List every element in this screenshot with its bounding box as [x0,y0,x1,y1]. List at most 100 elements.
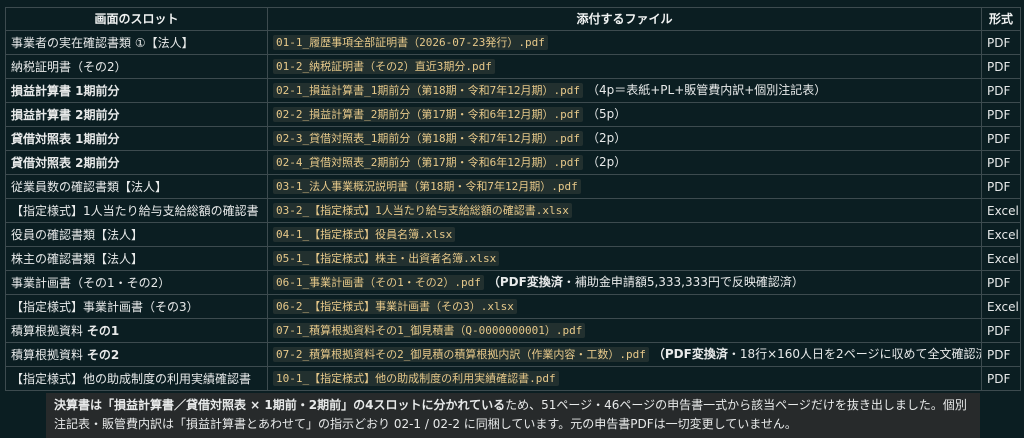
table-row: 積算根拠資料 その1 07-1_積算根拠資料その1_御見積書（Q-00000000… [5,318,1021,343]
format-cell: PDF [981,54,1021,79]
file-name: 04-1_【指定様式】役員名簿.xlsx [273,227,456,242]
table-row: 貸借対照表 2期前分 02-4_貸借対照表_2期前分（第17期・令和6年12月期）… [5,150,1021,175]
slot-cell: 【指定様式】他の助成制度の利用実績確認書 [5,366,268,391]
file-name: 06-1_事業計画書（その1・その2）.pdf [273,275,484,290]
format-cell: PDF [981,270,1021,295]
format-cell: PDF [981,30,1021,55]
format-cell: PDF [981,318,1021,343]
file-name: 07-2_積算根拠資料その2_御見積の積算根拠内訳（作業内容・工数）.pdf [273,347,649,362]
slot-cell: 事業計画書（その1・その2） [5,270,268,295]
file-cell: 02-3_貸借対照表_1期前分（第18期・令和7年12月期）.pdf （2p） [267,126,982,151]
slot-cell: 損益計算書 1期前分 [5,78,268,103]
file-note-text: ・18行×160人日を2ページに収めて全文確認済） [727,347,982,361]
slot-cell: 株主の確認書類【法人】 [5,246,268,271]
format-cell: Excel [981,222,1021,247]
file-cell: 01-2_納税証明書（その2）直近3期分.pdf [267,54,982,79]
slot-cell: 積算根拠資料 その2 [5,342,268,367]
slot-label: 納税証明書（その2） [11,59,127,74]
summary-bold: 決算書は「損益計算書／貸借対照表 × 1期前・2期前」の4スロットに分かれている [54,398,506,412]
file-cell: 06-1_事業計画書（その1・その2）.pdf （PDF変換済・補助金申請額5,3… [267,270,982,295]
slot-label: 積算根拠資料 [11,347,87,362]
summary-note: 決算書は「損益計算書／貸借対照表 × 1期前・2期前」の4スロットに分かれている… [46,393,980,438]
slot-cell: 役員の確認書類【法人】 [5,222,268,247]
table-row: 株主の確認書類【法人】 05-1_【指定様式】株主・出資者名簿.xlsx Excel [5,246,1021,271]
slot-cell: 事業者の実在確認書類 ①【法人】 [5,30,268,55]
format-cell: PDF [981,126,1021,151]
file-cell: 06-2_【指定様式】事業計画書（その3）.xlsx [267,294,982,319]
table-row: 【指定様式】1人当たり給与支給総額の確認書 03-2_【指定様式】1人当たり給与支… [5,198,1021,223]
table-header-row: 画面のスロット 添付するファイル 形式 [5,7,1021,31]
slot-cell: 貸借対照表 1期前分 [5,126,268,151]
slot-label: 【指定様式】1人当たり給与支給総額の確認書 [11,203,259,218]
file-name: 03-1_法人事業概況説明書（第18期・令和7年12月期）.pdf [273,179,581,194]
slot-cell: 【指定様式】事業計画書（その3） [5,294,268,319]
file-name: 03-2_【指定様式】1人当たり給与支給総額の確認書.xlsx [273,203,572,218]
slot-label-bold: 損益計算書 2期前分 [11,107,120,122]
file-note: （2p） [587,131,626,145]
format-cell: PDF [981,342,1021,367]
slot-cell: 納税証明書（その2） [5,54,268,79]
slot-label-bold: 損益計算書 1期前分 [11,83,120,98]
slot-label-bold: 貸借対照表 1期前分 [11,131,120,146]
file-name: 10-1_【指定様式】他の助成制度の利用実績確認書.pdf [273,371,559,386]
table-row: 従業員数の確認書類【法人】 03-1_法人事業概況説明書（第18期・令和7年12月… [5,174,1021,199]
file-note-text: ・補助金申請額5,333,333円で反映確認済） [562,275,804,289]
file-cell: 02-2_損益計算書_2期前分（第17期・令和6年12月期）.pdf （5p） [267,102,982,127]
format-cell: PDF [981,102,1021,127]
file-note-text: （2p） [586,131,627,145]
file-name: 02-2_損益計算書_2期前分（第17期・令和6年12月期）.pdf [273,107,583,122]
table-row: 貸借対照表 1期前分 02-3_貸借対照表_1期前分（第18期・令和7年12月期）… [5,126,1021,151]
table-row: 積算根拠資料 その2 07-2_積算根拠資料その2_御見積の積算根拠内訳（作業内容… [5,342,1021,367]
format-cell: PDF [981,366,1021,391]
file-cell: 02-4_貸借対照表_2期前分（第17期・令和6年12月期）.pdf （2p） [267,150,982,175]
format-cell: Excel [981,198,1021,223]
table-row: 【指定様式】事業計画書（その3） 06-2_【指定様式】事業計画書（その3）.xl… [5,294,1021,319]
file-cell: 07-1_積算根拠資料その1_御見積書（Q-0000000001）.pdf [267,318,982,343]
table-row: 事業者の実在確認書類 ①【法人】 01-1_履歴事項全部証明書（2026-07-2… [5,30,1021,55]
file-name: 02-1_損益計算書_1期前分（第18期・令和7年12月期）.pdf [273,83,583,98]
slot-cell: 貸借対照表 2期前分 [5,150,268,175]
summary-line1-rest: ため、51ページ・46ページの申告書一式から該当ページだけを抜き出しました。個別 [505,398,967,412]
file-name: 05-1_【指定様式】株主・出資者名簿.xlsx [273,251,500,266]
slot-cell: 損益計算書 2期前分 [5,102,268,127]
slot-cell: 【指定様式】1人当たり給与支給総額の確認書 [5,198,268,223]
slot-label-bold: 貸借対照表 2期前分 [11,155,120,170]
slot-cell: 従業員数の確認書類【法人】 [5,174,268,199]
slot-cell: 積算根拠資料 その1 [5,318,268,343]
slot-label: 従業員数の確認書類【法人】 [11,179,168,194]
file-cell: 07-2_積算根拠資料その2_御見積の積算根拠内訳（作業内容・工数）.pdf （P… [267,342,982,367]
file-cell: 10-1_【指定様式】他の助成制度の利用実績確認書.pdf [267,366,982,391]
file-note: （PDF変換済・18行×160人日を2ページに収めて全文確認済） [652,347,982,361]
column-header-file: 添付するファイル [267,7,982,31]
file-note: （2p） [587,155,626,169]
file-cell: 02-1_損益計算書_1期前分（第18期・令和7年12月期）.pdf （4p＝表紙… [267,78,982,103]
table-row: 【指定様式】他の助成制度の利用実績確認書 10-1_【指定様式】他の助成制度の利用… [5,366,1021,391]
file-cell: 03-2_【指定様式】1人当たり給与支給総額の確認書.xlsx [267,198,982,223]
format-cell: Excel [981,294,1021,319]
file-name: 01-1_履歴事項全部証明書（2026-07-23発行）.pdf [273,35,548,50]
attachment-table: 画面のスロット 添付するファイル 形式 事業者の実在確認書類 ①【法人】 01-1… [5,7,1021,391]
file-note-bold: （PDF変換済 [652,347,728,361]
file-cell: 01-1_履歴事項全部証明書（2026-07-23発行）.pdf [267,30,982,55]
file-name: 06-2_【指定様式】事業計画書（その3）.xlsx [273,299,517,314]
file-cell: 04-1_【指定様式】役員名簿.xlsx [267,222,982,247]
page: 画面のスロット 添付するファイル 形式 事業者の実在確認書類 ①【法人】 01-1… [0,0,1024,438]
slot-label: 【指定様式】他の助成制度の利用実績確認書 [11,371,252,386]
file-note: （4p＝表紙+PL+販管費内訳+個別注記表） [587,83,826,97]
file-note-text: （4p＝表紙+PL+販管費内訳+個別注記表） [586,83,827,97]
slot-label: 事業者の実在確認書類 ①【法人】 [11,35,194,50]
file-note-bold: （PDF変換済 [487,275,563,289]
file-note-text: （2p） [586,155,627,169]
slot-label: 事業計画書（その1・その2） [11,275,171,290]
slot-label: 【指定様式】事業計画書（その3） [11,299,199,314]
table-row: 納税証明書（その2） 01-2_納税証明書（その2）直近3期分.pdf PDF [5,54,1021,79]
file-cell: 03-1_法人事業概況説明書（第18期・令和7年12月期）.pdf [267,174,982,199]
file-name: 07-1_積算根拠資料その1_御見積書（Q-0000000001）.pdf [273,323,586,338]
table-row: 事業計画書（その1・その2） 06-1_事業計画書（その1・その2）.pdf （PD… [5,270,1021,295]
file-note: （5p） [587,107,626,121]
slot-label-bold: その1 [86,323,120,338]
summary-line2: 注記表・販管費内訳は「損益計算書とあわせて」の指示どおり 02-1 / 02-2… [54,417,797,431]
format-cell: PDF [981,174,1021,199]
table-row: 役員の確認書類【法人】 04-1_【指定様式】役員名簿.xlsx Excel [5,222,1021,247]
file-cell: 05-1_【指定様式】株主・出資者名簿.xlsx [267,246,982,271]
